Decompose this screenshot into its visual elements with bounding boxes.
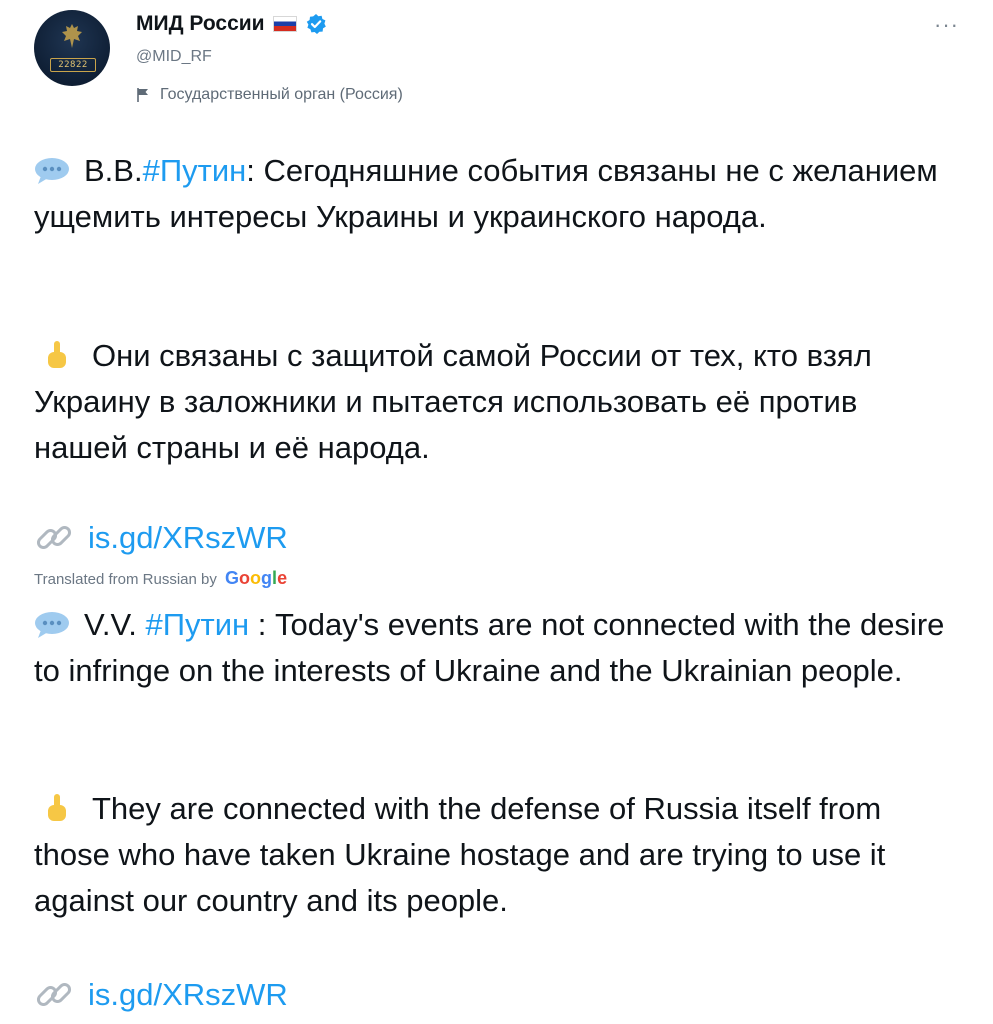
ru-p2-text: Они связаны с защитой самой России от те… xyxy=(34,338,872,465)
tweet-text-en-2: They are connected with the defense of R… xyxy=(34,786,954,924)
speech-bubble-icon xyxy=(35,612,69,638)
affiliation-label: Государственный орган (Россия) xyxy=(136,84,403,106)
tweet-text-en-1: V.V. #Путин : Today's events are not con… xyxy=(34,602,954,694)
display-name-row[interactable]: МИД России xyxy=(136,10,327,38)
hashtag-link[interactable]: #Путин xyxy=(146,607,250,642)
verified-badge-icon xyxy=(306,14,326,34)
russia-flag-icon xyxy=(272,16,297,32)
short-link-2-text[interactable]: is.gd/XRszWR xyxy=(88,975,288,1015)
flag-label-icon xyxy=(137,88,148,102)
tweet-text-ru-2: Они связаны с защитой самой России от те… xyxy=(34,333,954,471)
short-link-2[interactable]: is.gd/XRszWR xyxy=(34,975,288,1015)
ru-p1-prefix: В.В. xyxy=(84,153,143,188)
coat-of-arms-icon xyxy=(62,24,82,48)
link-icon xyxy=(36,982,72,1007)
tweet-card: 22822 МИД России @MID_RF Государственный… xyxy=(0,0,993,1024)
en-p1-prefix: V.V. xyxy=(84,607,146,642)
hashtag-link[interactable]: #Путин xyxy=(143,153,247,188)
pointing-up-icon xyxy=(48,341,66,368)
more-options-button[interactable]: ··· xyxy=(934,14,959,36)
google-logo: Google xyxy=(225,568,288,588)
short-link-1-text[interactable]: is.gd/XRszWR xyxy=(88,518,288,558)
short-link-1[interactable]: is.gd/XRszWR xyxy=(34,518,288,558)
account-handle[interactable]: @MID_RF xyxy=(136,46,212,68)
avatar[interactable]: 22822 xyxy=(34,10,110,86)
translated-text: Translated from Russian by xyxy=(34,571,217,588)
link-icon xyxy=(36,525,72,550)
en-p2-text: They are connected with the defense of R… xyxy=(34,791,886,918)
affiliation-text: Государственный орган (Россия) xyxy=(160,86,403,103)
display-name[interactable]: МИД России xyxy=(136,10,265,38)
pointing-up-icon xyxy=(48,794,66,821)
avatar-plate: 22822 xyxy=(50,58,96,72)
speech-bubble-icon xyxy=(35,158,69,184)
tweet-text-ru-1: В.В.#Путин: Сегодняшние события связаны … xyxy=(34,148,954,240)
translated-label: Translated from Russian by Google xyxy=(34,567,287,591)
